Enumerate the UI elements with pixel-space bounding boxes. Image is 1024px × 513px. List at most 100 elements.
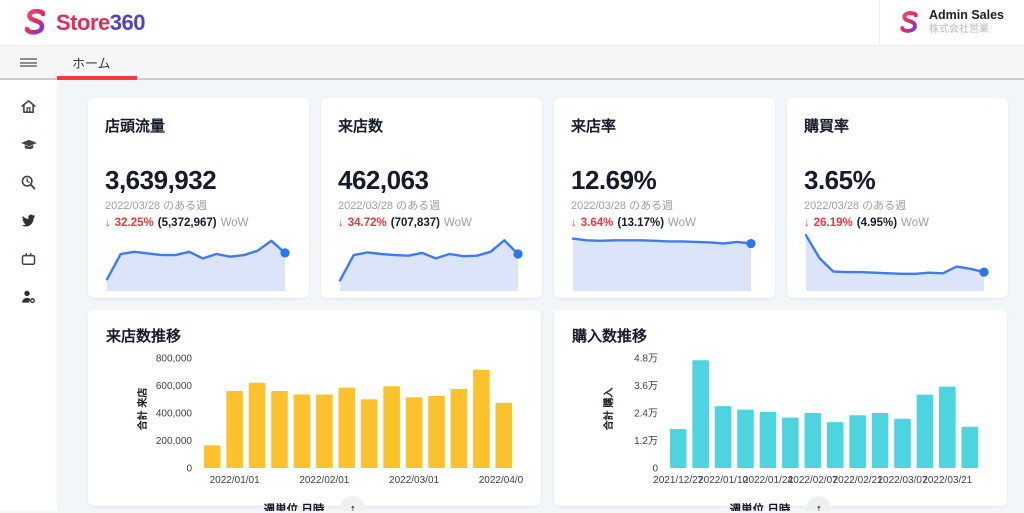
svg-text:2022/03/07: 2022/03/07	[877, 475, 927, 486]
chart-row: 来店数推移 0 200,000 400,000 600,000 800,000 合計 来店…	[88, 310, 1006, 506]
sidebar-nav	[0, 80, 57, 511]
brand-360-text: 360	[110, 10, 145, 35]
account-menu[interactable]: Admin Sales 株式会社営業	[879, 0, 1004, 45]
svg-text:2022/03/21: 2022/03/21	[922, 475, 972, 486]
kpi-card-visit-rate: 来店率 12.69% 2022/03/28 のある週 ↓ 3.64% (13.1…	[554, 98, 775, 298]
kpi-change-pct: 26.19%	[814, 217, 853, 229]
down-arrow-icon: ↓	[105, 217, 111, 229]
account-logo-icon	[898, 10, 920, 36]
kpi-period: 2022/03/28 のある週	[571, 197, 758, 213]
svg-text:200,000: 200,000	[156, 436, 193, 447]
purchases-trend-card: 購入数推移 01.2万2.4万3.6万4.8万合計 購入2021/12/2720…	[554, 310, 1007, 506]
kpi-change-pct: 3.64%	[581, 217, 614, 229]
kpi-period: 2022/03/28 のある週	[804, 197, 991, 213]
svg-text:0: 0	[652, 464, 658, 475]
kpi-card-store-traffic: 店頭流量 3,639,932 2022/03/28 のある週 ↓ 32.25% …	[88, 98, 309, 298]
sidebar-item-home[interactable]	[12, 97, 46, 116]
down-arrow-icon: ↓	[338, 217, 344, 229]
sparkline-chart	[105, 229, 292, 291]
kpi-change-value: (4.95%)	[857, 217, 897, 229]
brand-store-text: Store	[56, 10, 110, 35]
kpi-value: 462,063	[338, 167, 525, 193]
kpi-title: 購買率	[804, 115, 991, 136]
tab-strip: ホーム	[0, 46, 1024, 80]
sort-direction-button[interactable]: ↑	[806, 496, 831, 511]
svg-text:3.6万: 3.6万	[634, 381, 658, 392]
kpi-value: 3.65%	[804, 167, 991, 193]
chart-footer: 週単位 日時 ↑	[106, 496, 523, 511]
kpi-change-suffix: WoW	[901, 217, 929, 229]
store360-s-icon	[22, 8, 48, 38]
visits-bar-chart: 0 200,000 400,000 600,000 800,000 合計 来店 2022/0…	[106, 348, 523, 490]
kpi-change-suffix: WoW	[221, 217, 249, 229]
main-content: 店頭流量 3,639,932 2022/03/28 のある週 ↓ 32.25% …	[57, 80, 1024, 511]
chart-title: 来店数推移	[106, 325, 523, 346]
kpi-card-purchase-rate: 購買率 3.65% 2022/03/28 のある週 ↓ 26.19% (4.95…	[787, 98, 1008, 298]
menu-toggle-button[interactable]	[0, 46, 57, 78]
account-company: 株式会社営業	[929, 24, 1004, 37]
svg-text:2022/01/10: 2022/01/10	[698, 475, 748, 486]
sidebar-item-user-settings[interactable]	[12, 287, 46, 306]
chart-title: 購入数推移	[572, 325, 989, 346]
kpi-change-suffix: WoW	[668, 217, 696, 229]
svg-text:4.8万: 4.8万	[634, 354, 658, 365]
svg-text:2022/01/24: 2022/01/24	[743, 475, 793, 486]
kpi-change: ↓ 3.64% (13.17%) WoW	[571, 217, 758, 229]
twitter-icon	[19, 212, 38, 229]
svg-text:2022/03/01: 2022/03/01	[389, 475, 439, 486]
brand-logo[interactable]: Store360	[22, 8, 145, 38]
kpi-period: 2022/03/28 のある週	[105, 197, 292, 213]
sidebar-item-twitter[interactable]	[12, 211, 46, 230]
sparkline-chart	[338, 229, 525, 291]
tv-icon	[19, 250, 38, 268]
graduation-cap-icon	[19, 136, 39, 154]
sparkline-chart	[571, 229, 758, 291]
kpi-row: 店頭流量 3,639,932 2022/03/28 のある週 ↓ 32.25% …	[88, 98, 1006, 298]
kpi-card-visits: 来店数 462,063 2022/03/28 のある週 ↓ 34.72% (70…	[321, 98, 542, 298]
kpi-period: 2022/03/28 のある週	[338, 197, 525, 213]
svg-text:2022/01/01: 2022/01/01	[210, 475, 260, 486]
brand-name: Store360	[56, 10, 145, 36]
sidebar-item-learning[interactable]	[12, 135, 46, 154]
kpi-change-pct: 32.25%	[115, 217, 154, 229]
user-settings-icon	[19, 288, 38, 306]
kpi-change: ↓ 26.19% (4.95%) WoW	[804, 217, 991, 229]
hamburger-icon	[20, 58, 37, 67]
kpi-change: ↓ 34.72% (707,837) WoW	[338, 217, 525, 229]
tab-home[interactable]: ホーム	[57, 46, 137, 78]
svg-text:800,000: 800,000	[156, 354, 193, 365]
kpi-change-suffix: WoW	[444, 217, 472, 229]
chart-footer: 週単位 日時 ↑	[572, 496, 989, 511]
kpi-change-value: (707,837)	[391, 217, 440, 229]
svg-text:2022/02/21: 2022/02/21	[833, 475, 883, 486]
sidebar-item-insights[interactable]	[12, 173, 46, 192]
down-arrow-icon: ↓	[804, 217, 810, 229]
kpi-change-value: (5,372,967)	[158, 217, 217, 229]
visits-trend-card: 来店数推移 0 200,000 400,000 600,000 800,000 合計 来店…	[88, 310, 541, 506]
home-icon	[19, 97, 38, 116]
time-unit-label: 週単位 日時	[730, 501, 791, 512]
search-insight-icon	[19, 173, 38, 192]
svg-text:合計 来店: 合計 来店	[136, 388, 149, 432]
time-unit-label: 週単位 日時	[264, 501, 325, 512]
account-name: Admin Sales	[929, 8, 1004, 24]
kpi-title: 来店数	[338, 115, 525, 136]
kpi-title: 来店率	[571, 115, 758, 136]
svg-text:2021/12/27: 2021/12/27	[653, 475, 703, 486]
tab-home-label: ホーム	[72, 53, 111, 72]
down-arrow-icon: ↓	[571, 217, 577, 229]
svg-text:0: 0	[186, 464, 192, 475]
svg-text:2022/04/01: 2022/04/01	[479, 475, 523, 486]
kpi-value: 12.69%	[571, 167, 758, 193]
kpi-change-pct: 34.72%	[348, 217, 387, 229]
svg-text:1.2万: 1.2万	[634, 436, 658, 447]
app-header: Store360 Admin Sales 株式会社営業	[0, 0, 1024, 46]
svg-text:合計 購入: 合計 購入	[602, 388, 615, 432]
sort-direction-button[interactable]: ↑	[340, 496, 365, 511]
sidebar-item-media[interactable]	[12, 249, 46, 268]
svg-text:2.4万: 2.4万	[634, 409, 658, 420]
svg-text:400,000: 400,000	[156, 409, 193, 420]
svg-text:600,000: 600,000	[156, 381, 193, 392]
kpi-title: 店頭流量	[105, 115, 292, 136]
purchases-bar-chart: 01.2万2.4万3.6万4.8万合計 購入2021/12/272022/01/…	[572, 348, 989, 490]
